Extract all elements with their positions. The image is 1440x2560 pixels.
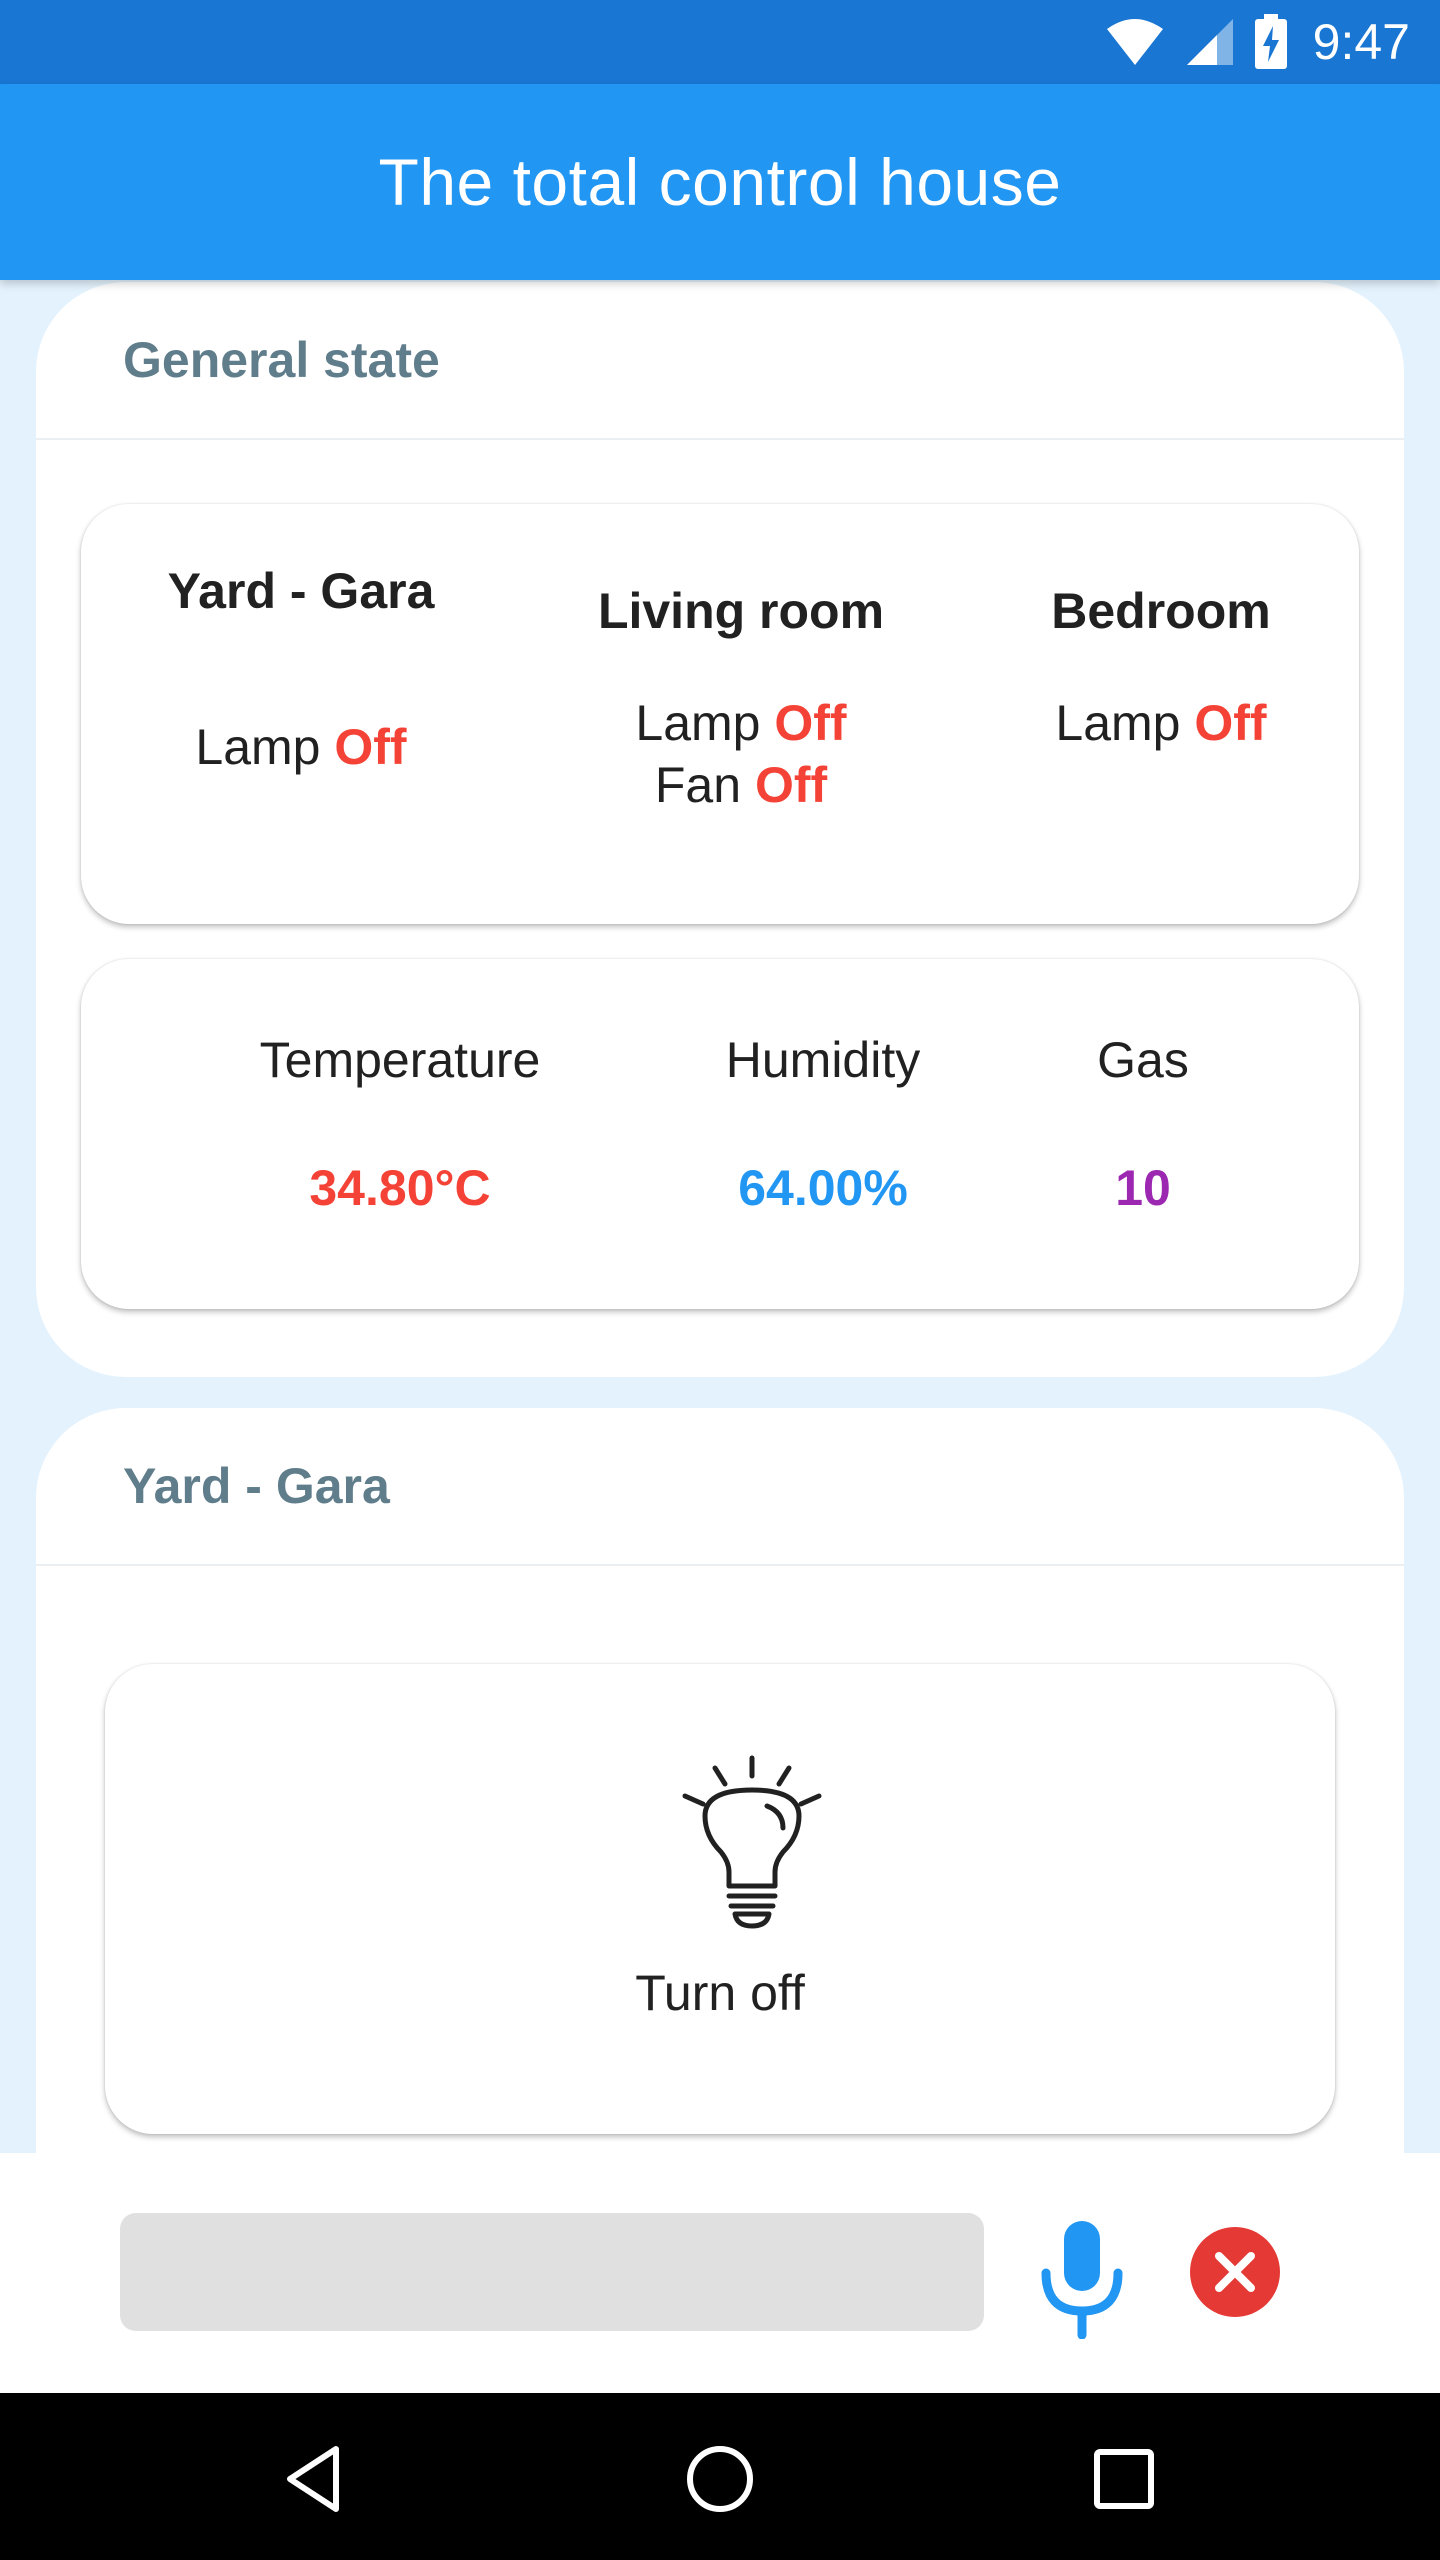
device-status-line: Lamp Off — [91, 716, 511, 778]
device-status-line: Lamp Off — [531, 692, 951, 754]
device-label: Lamp — [195, 719, 321, 775]
system-nav-bar — [0, 2393, 1440, 2560]
yard-gara-header: Yard - Gara — [36, 1408, 1404, 1566]
yard-gara-card: Yard - Gara Turn off — [36, 1408, 1404, 2268]
sensor-label: Gas — [1097, 1032, 1189, 1088]
device-state: Off — [754, 757, 828, 813]
close-icon — [1215, 2252, 1255, 2292]
sensor-value: 10 — [1115, 1160, 1171, 1216]
app-bar: The total control house — [0, 84, 1440, 280]
general-state-title: General state — [123, 332, 440, 388]
sensors-card: Temperature 34.80°C Humidity 64.00% Gas … — [81, 959, 1359, 1309]
device-state: Off — [334, 719, 407, 775]
back-icon — [287, 2446, 339, 2512]
recents-button[interactable] — [1084, 2439, 1164, 2519]
close-button[interactable] — [1190, 2227, 1280, 2317]
general-state-header: General state — [36, 282, 1404, 440]
mic-button[interactable] — [1036, 2219, 1128, 2340]
recents-icon — [1094, 2449, 1154, 2509]
lamp-toggle-card[interactable]: Turn off — [105, 1664, 1335, 2134]
room-bedroom: Bedroom Lamp Off — [951, 582, 1371, 754]
device-state: Off — [774, 695, 847, 751]
device-label: Lamp — [635, 695, 761, 751]
general-state-card: General state Yard - Gara Lamp Off Livin… — [36, 282, 1404, 1377]
room-yard-gara: Yard - Gara Lamp Off — [91, 562, 511, 778]
signal-icon — [1186, 19, 1233, 65]
room-name: Bedroom — [1051, 583, 1271, 639]
status-time: 9:47 — [1312, 14, 1410, 70]
device-label: Fan — [654, 757, 742, 813]
app-title: The total control house — [378, 145, 1062, 219]
microphone-icon — [1041, 2221, 1123, 2340]
rooms-summary-card: Yard - Gara Lamp Off Living room Lamp Of… — [81, 504, 1359, 924]
back-button[interactable] — [276, 2439, 356, 2519]
room-name: Yard - Gara — [167, 563, 435, 619]
command-input[interactable] — [120, 2213, 984, 2331]
lamp-action-label: Turn off — [635, 1965, 805, 2021]
lightbulb-icon — [682, 1755, 822, 1929]
room-living-room: Living room Lamp Off Fan Off — [531, 582, 951, 816]
sensor-value: 34.80°C — [309, 1160, 491, 1216]
sensor-label: Temperature — [259, 1032, 541, 1088]
battery-charging-icon — [1254, 14, 1287, 69]
home-icon — [687, 2446, 753, 2512]
sensor-gas: Gas 10 — [933, 1031, 1353, 1217]
device-state: Off — [1194, 695, 1267, 751]
device-status-line: Fan Off — [531, 754, 951, 816]
status-bar: 9:47 — [0, 0, 1440, 84]
room-name: Living room — [597, 583, 885, 639]
device-status-line: Lamp Off — [951, 692, 1371, 754]
device-label: Lamp — [1055, 695, 1181, 751]
home-button[interactable] — [680, 2439, 760, 2519]
wifi-icon — [1106, 19, 1163, 65]
voice-input-bar — [0, 2153, 1440, 2393]
sensor-temperature: Temperature 34.80°C — [190, 1031, 610, 1217]
yard-gara-title: Yard - Gara — [123, 1458, 390, 1514]
